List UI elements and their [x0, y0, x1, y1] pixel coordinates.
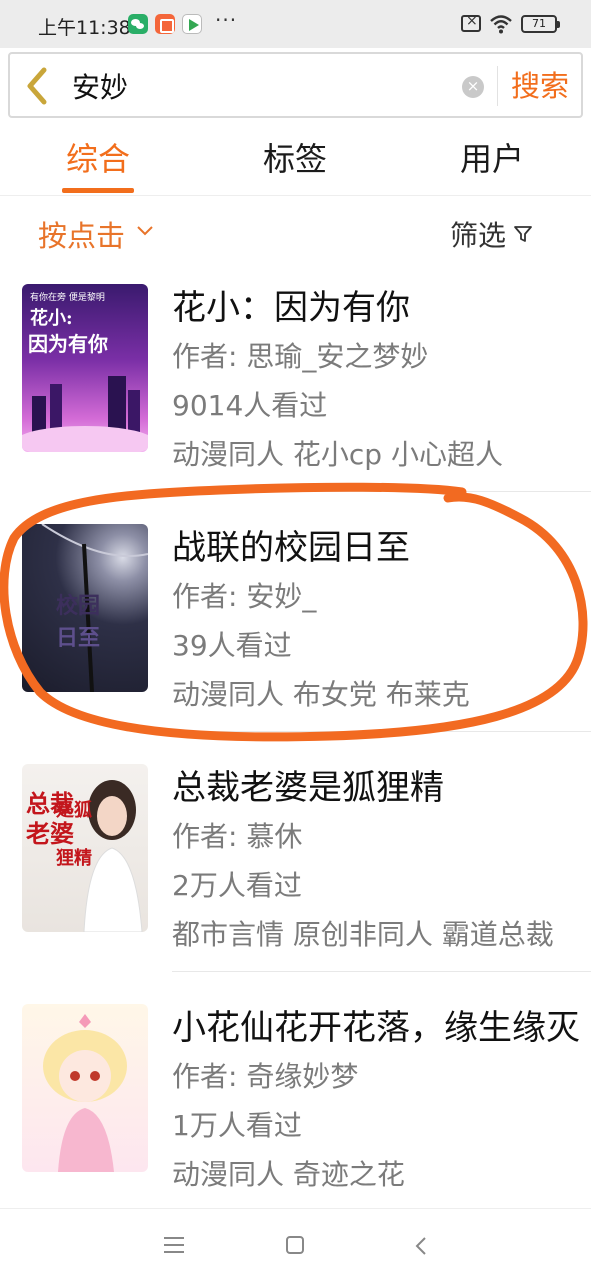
- cover-title-line: 是狐: [56, 800, 92, 821]
- book-author: 作者: 安妙_: [172, 580, 317, 613]
- search-divider: [497, 66, 498, 106]
- status-bar: 上午11:38 ··· 71: [0, 0, 591, 48]
- book-tags: 都市言情 原创非同人 霸道总裁: [172, 918, 554, 951]
- home-square-icon[interactable]: [286, 1236, 304, 1254]
- system-nav-bar: [0, 1208, 591, 1280]
- book-tags: 动漫同人 布女党 布莱克: [172, 678, 470, 711]
- filter-button[interactable]: 筛选: [450, 216, 506, 256]
- back-arrow-icon[interactable]: [22, 66, 54, 106]
- book-views: 39人看过: [172, 629, 292, 662]
- active-tab-indicator: [62, 188, 134, 193]
- cover-title-line: 日至: [56, 625, 101, 651]
- cover-title-line: 狸精: [56, 848, 92, 869]
- cover-city-art: [22, 376, 148, 452]
- cover-title-line: 校园: [56, 593, 101, 619]
- book-author: 作者: 慕休: [172, 820, 303, 853]
- book-author: 作者: 思瑜_安之梦妙: [172, 340, 429, 373]
- book-author: 作者: 奇缘妙梦: [172, 1060, 359, 1093]
- tab-tags[interactable]: 标签: [259, 136, 331, 184]
- book-item[interactable]: 校园 日至 战联的校园日至 作者: 安妙_ 39人看过 动漫同人 布女党 布莱克: [0, 510, 591, 750]
- cover-title-line: 花小:: [30, 308, 73, 329]
- battery-icon: 71: [521, 15, 560, 33]
- wifi-icon: [490, 15, 512, 34]
- book-title[interactable]: 小花仙花开花落，缘生缘灭: [172, 1004, 591, 1052]
- item-divider: [172, 491, 591, 492]
- more-dots-icon: ···: [215, 8, 238, 32]
- sort-by-clicks-button[interactable]: 按点击: [38, 216, 125, 256]
- book-title[interactable]: 战联的校园日至: [172, 524, 591, 572]
- book-cover[interactable]: 校园 日至: [22, 524, 148, 692]
- search-bar: × 搜索: [0, 48, 591, 122]
- book-title[interactable]: 花小：因为有你: [172, 284, 591, 332]
- item-divider: [172, 731, 591, 732]
- status-time: 上午11:38: [38, 17, 131, 39]
- book-views: 1万人看过: [172, 1109, 302, 1142]
- book-tags: 动漫同人 奇迹之花: [172, 1158, 405, 1191]
- clear-search-button[interactable]: ×: [462, 76, 484, 98]
- search-input[interactable]: [72, 66, 452, 106]
- filter-icon[interactable]: [513, 224, 533, 244]
- cover-fairy-art: [43, 1014, 127, 1172]
- tab-users[interactable]: 用户: [456, 136, 528, 184]
- book-item[interactable]: 有你在旁 便是黎明 花小: 因为有你 花小：因为有你 作者: 思瑜_安之梦妙 9…: [0, 270, 591, 510]
- back-chevron-icon[interactable]: [411, 1236, 431, 1256]
- tab-general[interactable]: 综合: [62, 136, 134, 184]
- book-item[interactable]: 小花仙花开花落，缘生缘灭 作者: 奇缘妙梦 1万人看过 动漫同人 奇迹之花: [0, 990, 591, 1230]
- tab-bar: 综合 标签 用户: [0, 122, 591, 196]
- shopping-app-icon: [155, 14, 175, 34]
- sort-filter-row: 按点击 筛选: [0, 196, 591, 272]
- chevron-down-icon[interactable]: [136, 222, 154, 240]
- book-cover[interactable]: 总裁 老婆 是狐 狸精: [22, 764, 148, 932]
- cover-title-line: 因为有你: [28, 332, 108, 356]
- book-views: 9014人看过: [172, 389, 328, 422]
- video-app-icon: [182, 14, 202, 34]
- book-cover[interactable]: 有你在旁 便是黎明 花小: 因为有你: [22, 284, 148, 452]
- cover-caption: 有你在旁 便是黎明: [30, 293, 105, 303]
- search-button[interactable]: 搜索: [504, 64, 576, 108]
- wechat-icon: [128, 14, 148, 34]
- book-item[interactable]: 总裁 老婆 是狐 狸精 总裁老婆是狐狸精 作者: 慕休 2万人看过 都市言情 原…: [0, 750, 591, 990]
- search-box: × 搜索: [8, 52, 583, 118]
- book-tags: 动漫同人 花小cp 小心超人: [172, 438, 503, 471]
- book-views: 2万人看过: [172, 869, 302, 902]
- book-cover[interactable]: [22, 1004, 148, 1172]
- book-title[interactable]: 总裁老婆是狐狸精: [172, 764, 591, 812]
- no-sim-icon: [461, 13, 481, 32]
- menu-icon[interactable]: [164, 1237, 184, 1253]
- item-divider: [172, 971, 591, 972]
